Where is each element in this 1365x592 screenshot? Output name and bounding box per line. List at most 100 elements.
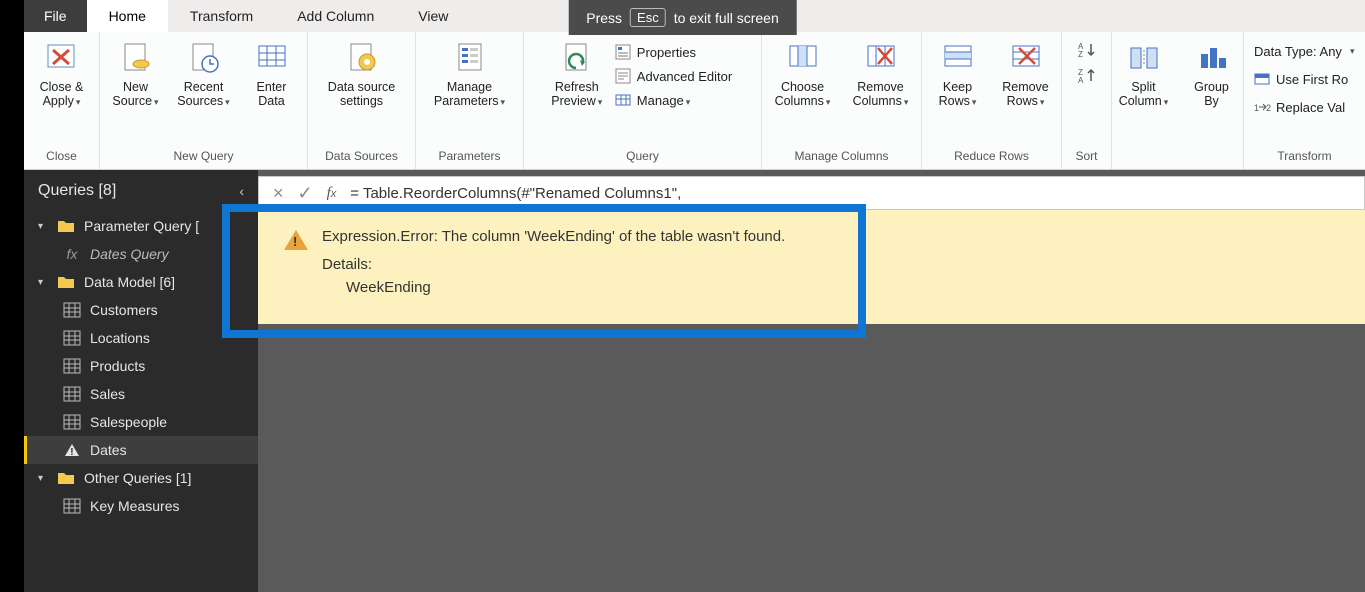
new-source-button[interactable]: New Source	[102, 36, 170, 113]
list-item-label: Customers	[90, 302, 158, 318]
ribbon: Close & Apply Close New Source Recent So…	[24, 32, 1365, 170]
properties-icon	[615, 44, 631, 60]
advanced-editor-icon	[615, 68, 631, 84]
queries-group-data-model-label: Data Model [6]	[84, 274, 175, 290]
dates-query-label: Dates Query	[90, 246, 169, 262]
list-item-label: Dates	[90, 442, 127, 458]
data-type-button[interactable]: Data Type: Any	[1252, 42, 1356, 61]
tab-view[interactable]: View	[396, 0, 470, 32]
group-by-button[interactable]: Group By	[1178, 36, 1246, 113]
close-apply-button[interactable]: Close & Apply	[28, 36, 96, 113]
advanced-editor-button[interactable]: Advanced Editor	[613, 66, 734, 86]
remove-rows-button[interactable]: Remove Rows	[992, 36, 1060, 113]
close-apply-label: Close & Apply	[40, 80, 84, 109]
replace-values-icon: 12	[1254, 99, 1270, 115]
queries-item-dates-query[interactable]: fx Dates Query	[24, 240, 258, 268]
error-message: Expression.Error: The column 'WeekEnding…	[322, 228, 785, 245]
remove-columns-label: Remove Columns	[853, 80, 909, 109]
manage-query-label: Manage	[637, 93, 691, 108]
group-query-label: Query	[524, 145, 761, 169]
group-transform-label: Transform	[1244, 145, 1365, 169]
formula-text[interactable]: = Table.ReorderColumns(#"Renamed Columns…	[350, 185, 681, 202]
tab-transform[interactable]: Transform	[168, 0, 275, 32]
data-source-settings-button[interactable]: Data source settings	[314, 36, 410, 113]
enter-data-button[interactable]: Enter Data	[238, 36, 306, 113]
properties-button[interactable]: Properties	[613, 42, 698, 62]
choose-columns-button[interactable]: Choose Columns	[764, 36, 842, 113]
sort-desc-icon: ZA	[1079, 68, 1095, 84]
queries-item-salespeople[interactable]: Salespeople	[24, 408, 258, 436]
table-icon	[64, 358, 80, 374]
warning-icon: !	[64, 442, 80, 458]
table-icon	[64, 498, 80, 514]
tab-file[interactable]: File	[24, 0, 87, 32]
keep-rows-button[interactable]: Keep Rows	[924, 36, 992, 113]
list-item-label: Key Measures	[90, 498, 179, 514]
manage-parameters-label: Manage Parameters	[434, 80, 505, 109]
group-sort-label: Sort	[1062, 145, 1111, 169]
split-column-button[interactable]: Split Column	[1110, 36, 1178, 113]
queries-item-locations[interactable]: Locations	[24, 324, 258, 352]
data-source-settings-icon	[345, 40, 379, 74]
tab-add-column[interactable]: Add Column	[275, 0, 396, 32]
formula-commit-icon[interactable]: ✓	[298, 183, 313, 204]
tab-home[interactable]: Home	[87, 0, 168, 32]
properties-label: Properties	[637, 45, 696, 60]
queries-item-key-measures[interactable]: Key Measures	[24, 492, 258, 520]
table-icon	[64, 330, 80, 346]
first-row-headers-button[interactable]: Use First Ro	[1252, 69, 1350, 89]
queries-title: Queries [8]	[38, 182, 116, 200]
chevron-down-icon	[38, 473, 48, 484]
choose-columns-icon	[786, 40, 820, 74]
refresh-preview-button[interactable]: Refresh Preview	[543, 36, 611, 113]
recent-sources-label: Recent Sources	[177, 80, 229, 109]
queries-item-customers[interactable]: Customers	[24, 296, 258, 324]
group-managecolumns-label: Manage Columns	[762, 145, 921, 169]
remove-columns-button[interactable]: Remove Columns	[842, 36, 920, 113]
svg-text:2: 2	[1266, 103, 1271, 113]
group-by-icon	[1195, 40, 1229, 74]
group-splitgroup-label	[1112, 145, 1243, 169]
error-column-name: WeekEnding	[346, 279, 1347, 296]
advanced-editor-label: Advanced Editor	[637, 69, 732, 84]
esc-key: Esc	[630, 8, 666, 27]
queries-item-sales[interactable]: Sales	[24, 380, 258, 408]
formula-cancel-icon[interactable]: ×	[273, 183, 284, 204]
warning-icon	[284, 230, 308, 250]
sort-desc-button[interactable]: ZA	[1079, 68, 1095, 84]
queries-group-data-model[interactable]: Data Model [6]	[24, 268, 258, 296]
manage-query-button[interactable]: Manage	[613, 90, 693, 110]
first-row-label: Use First Ro	[1276, 72, 1348, 87]
recent-sources-icon	[187, 40, 221, 74]
formula-bar[interactable]: × ✓ fx = Table.ReorderColumns(#"Renamed …	[258, 176, 1365, 210]
keep-rows-icon	[941, 40, 975, 74]
app-left-strip	[0, 0, 24, 592]
table-icon	[64, 414, 80, 430]
queries-collapse-button[interactable]: ‹	[239, 183, 244, 199]
queries-item-dates[interactable]: ! Dates	[24, 436, 258, 464]
refresh-icon	[560, 40, 594, 74]
preview-canvas	[258, 324, 1365, 592]
choose-columns-label: Choose Columns	[775, 80, 831, 109]
split-column-icon	[1127, 40, 1161, 74]
sort-asc-button[interactable]: AZ	[1079, 42, 1095, 58]
replace-values-button[interactable]: 12 Replace Val	[1252, 97, 1347, 117]
error-banner: Expression.Error: The column 'WeekEnding…	[258, 210, 1365, 324]
chevron-down-icon	[38, 221, 48, 232]
fx-icon: fx	[64, 246, 80, 262]
new-source-icon	[119, 40, 153, 74]
group-reducerows-label: Reduce Rows	[922, 145, 1061, 169]
remove-rows-icon	[1009, 40, 1043, 74]
error-details-label: Details:	[322, 256, 1347, 273]
queries-item-products[interactable]: Products	[24, 352, 258, 380]
list-item-label: Salespeople	[90, 414, 167, 430]
manage-parameters-button[interactable]: Manage Parameters	[422, 36, 518, 113]
group-datasources-label: Data Sources	[308, 145, 415, 169]
new-source-label: New Source	[112, 80, 158, 109]
queries-group-other[interactable]: Other Queries [1]	[24, 464, 258, 492]
folder-icon	[58, 274, 74, 290]
fs-pre: Press	[586, 10, 622, 26]
recent-sources-button[interactable]: Recent Sources	[170, 36, 238, 113]
table-icon	[64, 386, 80, 402]
queries-group-parameter[interactable]: Parameter Query [	[24, 212, 258, 240]
